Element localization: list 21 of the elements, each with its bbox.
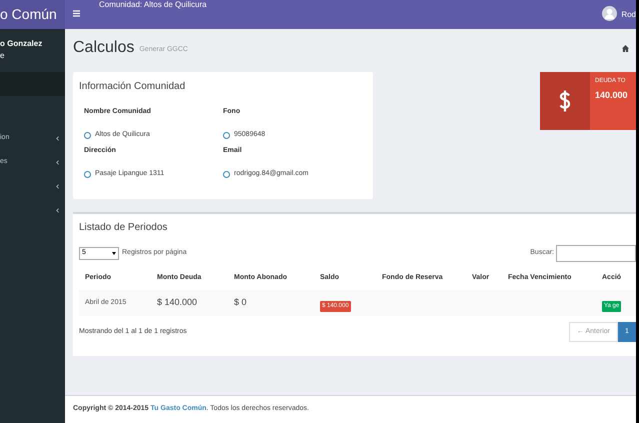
stat-value: 140.000 xyxy=(595,89,628,102)
dropdown-caret-icon xyxy=(112,252,116,254)
logo-text[interactable]: o Común xyxy=(0,4,57,25)
avatar-icon[interactable] xyxy=(602,6,618,21)
dollar-icon xyxy=(559,89,571,113)
chevron-icon xyxy=(56,160,59,164)
page-title: Calculos xyxy=(73,38,134,58)
table-cell: $ 140.000 xyxy=(151,290,228,316)
chevron-icon xyxy=(56,136,59,140)
chevron-icon xyxy=(56,208,59,212)
search-field[interactable] xyxy=(556,244,636,262)
table-cell: $ 0 xyxy=(228,290,314,316)
user-menu[interactable]: Rod xyxy=(621,9,636,21)
menu-icon[interactable] xyxy=(73,10,80,17)
card-title: Listado de Periodos xyxy=(79,220,168,234)
chevron-icon xyxy=(56,184,59,188)
user-status: e xyxy=(0,50,6,62)
user-name: o Gonzalez xyxy=(0,38,44,50)
card-title: Información Comunidad xyxy=(79,80,186,94)
home-icon[interactable] xyxy=(622,44,629,52)
community-name: Comunidad: Altos de Quilicura xyxy=(99,0,207,10)
